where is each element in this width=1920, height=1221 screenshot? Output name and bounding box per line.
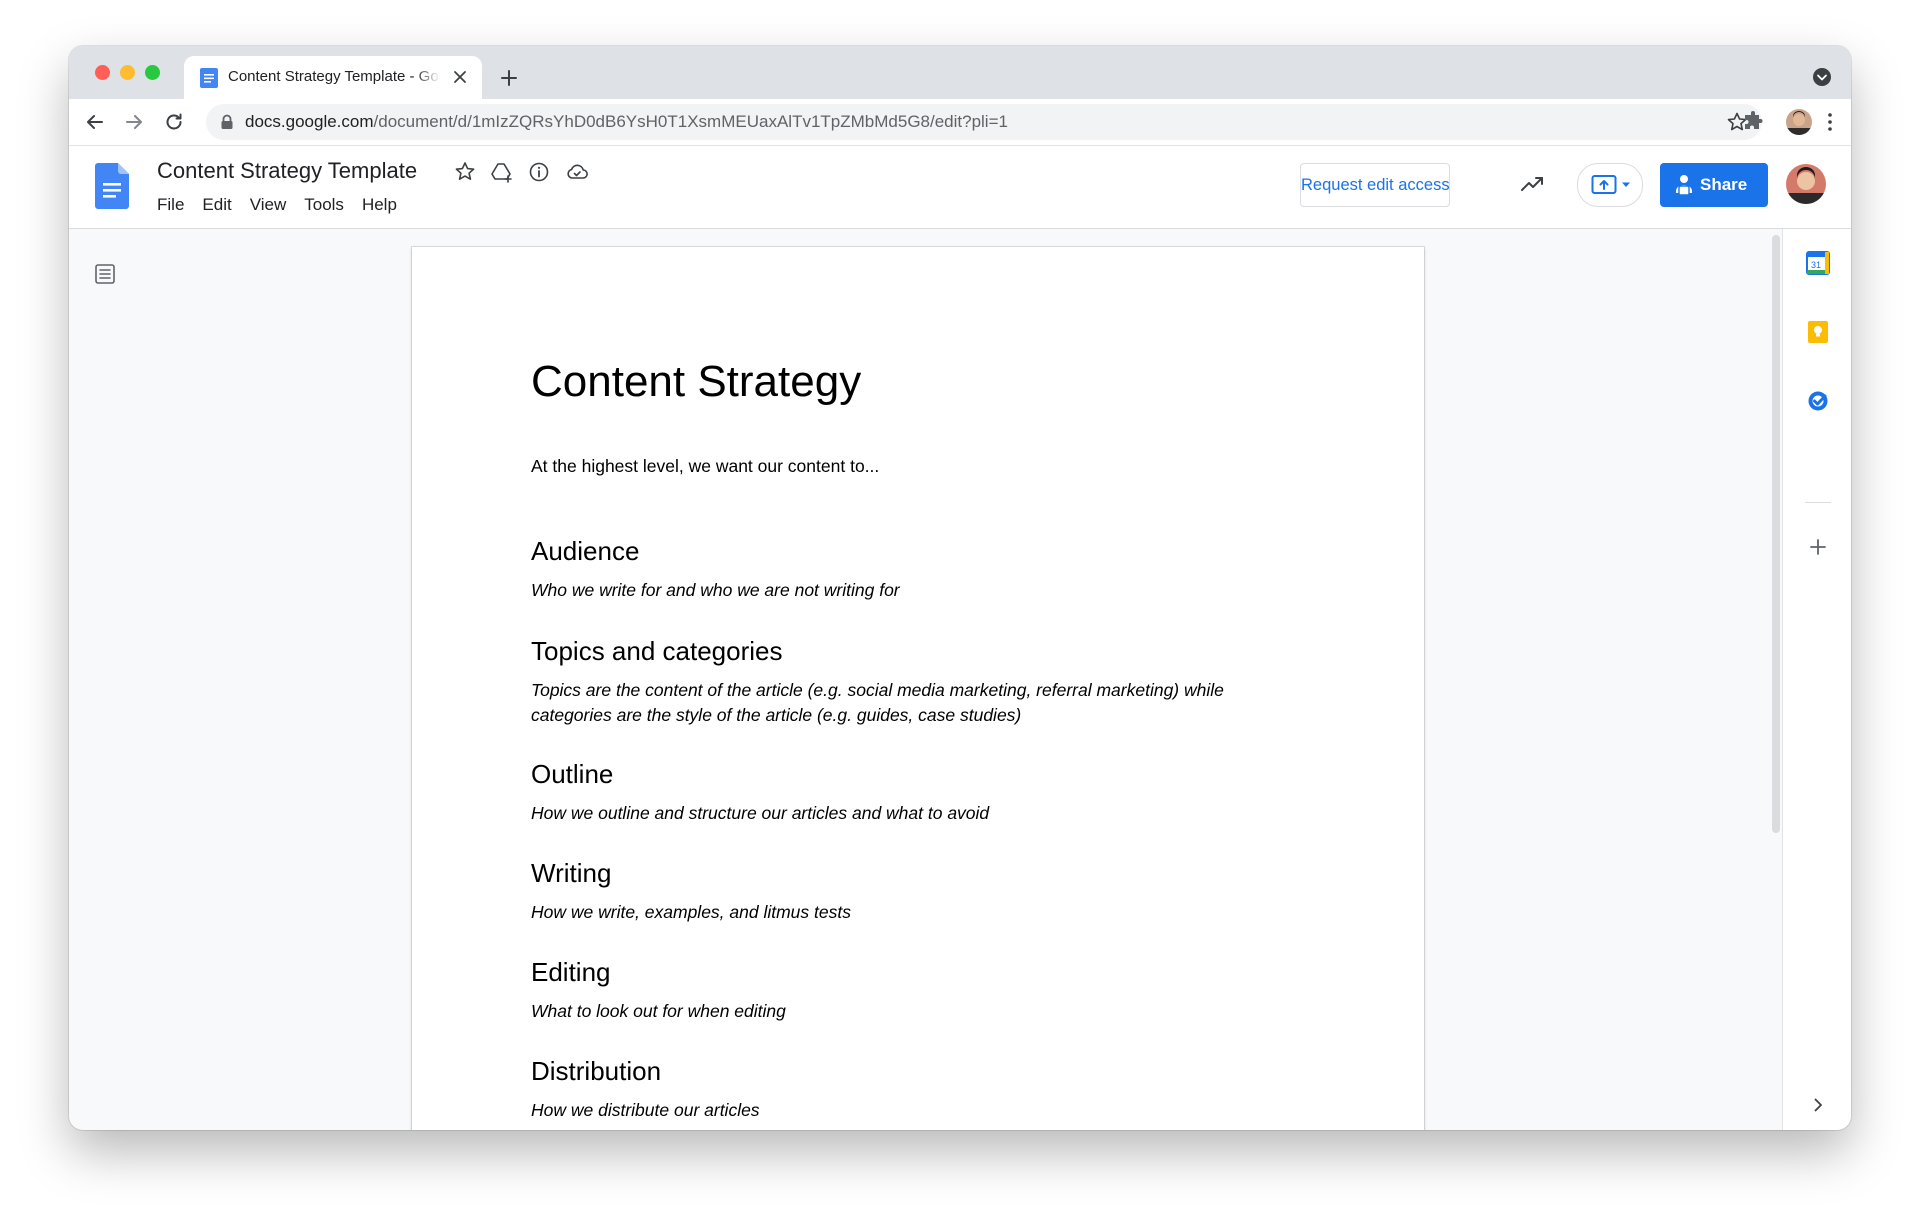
tasks-icon[interactable] bbox=[1805, 388, 1831, 414]
tab-close-icon[interactable] bbox=[449, 66, 471, 88]
section-body: How we write, examples, and litmus tests bbox=[531, 902, 851, 922]
url-host: docs.google.com bbox=[245, 112, 374, 131]
menu-bar: File Edit View Tools Help bbox=[157, 194, 406, 216]
menu-tools[interactable]: Tools bbox=[295, 194, 353, 216]
info-icon[interactable] bbox=[526, 159, 552, 185]
document-title[interactable]: Content Strategy Template bbox=[157, 158, 417, 184]
section-body: Who we write for and who we are not writ… bbox=[531, 580, 900, 600]
tab-title: Content Strategy Template - Google Docs bbox=[228, 68, 440, 85]
section-heading: Topics and categories bbox=[531, 636, 783, 666]
section-heading: Distribution bbox=[531, 1056, 662, 1086]
close-window-button[interactable] bbox=[95, 65, 110, 80]
docs-header: Content Strategy Template File Edit View… bbox=[69, 146, 1851, 229]
tab-strip: Content Strategy Template - Google Docs bbox=[69, 46, 1851, 99]
side-panel: 31 bbox=[1782, 229, 1851, 1130]
back-icon[interactable] bbox=[83, 110, 107, 134]
present-button[interactable] bbox=[1577, 163, 1643, 207]
browser-toolbar: docs.google.com/document/d/1mIzZQRsYhD0d… bbox=[69, 99, 1851, 146]
section-heading: Audience bbox=[531, 536, 640, 566]
star-icon[interactable] bbox=[452, 159, 478, 185]
url-path: /document/d/1mIzZQRsYhD0dB6YsH0T1XsmMEUa… bbox=[373, 112, 1008, 131]
url-text: docs.google.com/document/d/1mIzZQRsYhD0d… bbox=[245, 112, 1008, 132]
document-outline-icon[interactable] bbox=[93, 262, 117, 286]
address-bar[interactable]: docs.google.com/document/d/1mIzZQRsYhD0d… bbox=[206, 104, 1762, 140]
section-heading: Outline bbox=[531, 759, 614, 789]
share-lock-person-icon bbox=[1676, 175, 1692, 196]
reload-icon[interactable] bbox=[162, 110, 186, 134]
move-to-drive-icon[interactable] bbox=[489, 159, 515, 185]
account-avatar[interactable] bbox=[1786, 164, 1826, 204]
scrollbar-thumb[interactable] bbox=[1772, 235, 1780, 833]
document-canvas: Content Strategy At the highest level, w… bbox=[69, 229, 1781, 1130]
section-body: Topics are the content of the article (e… bbox=[531, 680, 1224, 725]
request-edit-access-button[interactable]: Request edit access bbox=[1300, 163, 1450, 207]
menu-edit[interactable]: Edit bbox=[193, 194, 240, 216]
profile-avatar[interactable] bbox=[1786, 109, 1812, 135]
zoom-window-button[interactable] bbox=[145, 65, 160, 80]
menu-file[interactable]: File bbox=[157, 194, 193, 216]
forward-icon[interactable] bbox=[122, 110, 146, 134]
share-label: Share bbox=[1700, 175, 1748, 194]
section-body: How we distribute our articles bbox=[531, 1100, 760, 1120]
caret-down-icon bbox=[1622, 182, 1630, 187]
chevron-right-icon[interactable] bbox=[1805, 1092, 1831, 1118]
lock-icon[interactable] bbox=[220, 114, 234, 130]
section-body: How we outline and structure our article… bbox=[531, 803, 990, 823]
new-tab-icon[interactable] bbox=[497, 66, 521, 90]
section-heading: Editing bbox=[531, 957, 611, 987]
extensions-icon[interactable] bbox=[1741, 110, 1765, 134]
present-icon bbox=[1591, 175, 1617, 194]
browser-window: Content Strategy Template - Google Docs bbox=[69, 46, 1851, 1130]
minimize-window-button[interactable] bbox=[120, 65, 135, 80]
calendar-icon[interactable]: 31 bbox=[1805, 250, 1831, 276]
browser-tab[interactable]: Content Strategy Template - Google Docs bbox=[184, 56, 482, 99]
section-body: What to look out for when editing bbox=[531, 1001, 786, 1021]
keep-icon[interactable] bbox=[1805, 319, 1831, 345]
docs-favicon-icon bbox=[200, 68, 218, 88]
add-icon[interactable] bbox=[1805, 534, 1831, 560]
side-panel-divider bbox=[1805, 502, 1831, 503]
document-page[interactable]: Content Strategy At the highest level, w… bbox=[412, 247, 1424, 1130]
cloud-saved-icon[interactable] bbox=[564, 159, 590, 185]
document-heading-title: Content Strategy bbox=[531, 357, 862, 406]
tab-search-icon[interactable] bbox=[1811, 66, 1833, 88]
section-heading: Writing bbox=[531, 858, 612, 888]
menu-help[interactable]: Help bbox=[353, 194, 406, 216]
calendar-day-label: 31 bbox=[1811, 260, 1821, 270]
more-vert-icon[interactable] bbox=[1818, 110, 1842, 134]
share-button[interactable]: Share bbox=[1660, 163, 1768, 207]
document-intro: At the highest level, we want our conten… bbox=[531, 456, 880, 476]
menu-view[interactable]: View bbox=[241, 194, 296, 216]
activity-trend-icon[interactable] bbox=[1519, 170, 1547, 198]
docs-logo-icon[interactable] bbox=[95, 163, 129, 209]
